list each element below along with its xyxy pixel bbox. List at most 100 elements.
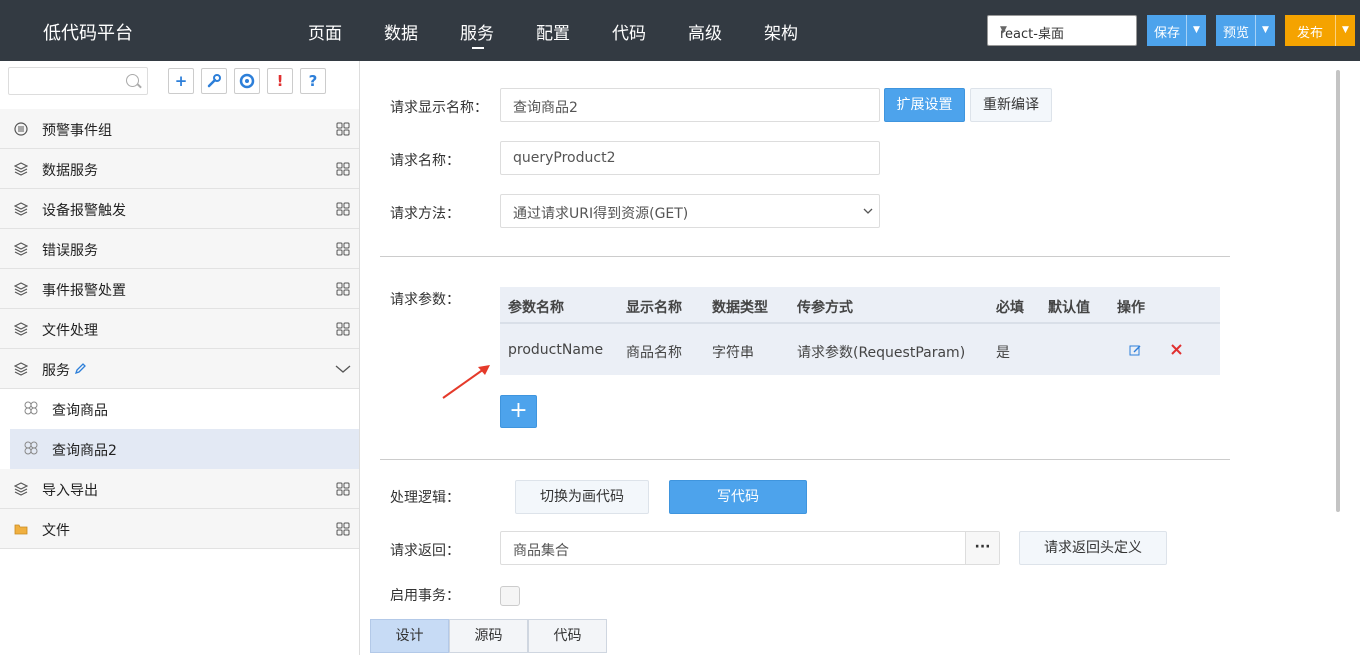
sidebar-group-device-alarm[interactable]: 设备报警触发 [0,189,359,229]
col-header: 传参方式 [797,300,853,316]
grid-icon[interactable] [336,202,350,216]
publish-label: 发布 [1297,26,1324,41]
sidebar-group-label: 事件报警处置 [42,283,126,299]
save-button[interactable]: 保存 ▼ [1147,15,1206,46]
delete-icon[interactable] [1170,343,1183,356]
sidebar-group-data-service[interactable]: 数据服务 [0,149,359,189]
sidebar-group-file-processing[interactable]: 文件处理 [0,309,359,349]
wrench-icon[interactable] [201,68,227,94]
return-header-button[interactable]: 请求返回头定义 [1019,531,1167,565]
nav-config[interactable]: 配置 [536,19,570,44]
sidebar-group-import-export[interactable]: 导入导出 [0,469,359,509]
table-row[interactable]: productName 商品名称 字符串 请求参数(RequestParam) … [500,324,1220,375]
nav-code[interactable]: 代码 [612,19,646,44]
grid-icon[interactable] [336,322,350,336]
display-name-input[interactable]: 查询商品2 [500,88,880,122]
cell-display-name: 商品名称 [626,345,682,361]
method-label: 请求方法： [390,206,460,222]
add-param-button[interactable]: + [500,395,537,428]
nav-data[interactable]: 数据 [384,19,418,44]
cell-pass-mode: 请求参数(RequestParam) [797,345,966,361]
nav-architecture[interactable]: 架构 [764,19,798,44]
params-label: 请求参数： [390,292,460,308]
layers-icon [14,202,28,216]
search-input[interactable] [8,67,148,95]
sidebar: + ! ? 预警事件组 数据服务 设备报警触发 错误服务 事件报警处置 文件处理 [0,61,360,655]
return-label: 请求返回： [390,543,460,559]
params-table-header: 参数名称 显示名称 数据类型 传参方式 必填 默认值 操作 [500,287,1220,324]
nav-service[interactable]: 服务 [460,19,494,49]
publish-dropdown-icon[interactable]: ▼ [1335,15,1355,46]
transaction-label: 启用事务： [390,588,460,604]
name-input[interactable]: queryProduct2 [500,141,880,175]
sidebar-group-service[interactable]: 服务 [0,349,359,389]
arrow-annotation-icon [442,365,490,399]
add-icon[interactable]: + [168,68,194,94]
return-more-button[interactable]: ··· [965,532,999,564]
layers-icon [14,322,28,336]
cell-required: 是 [996,345,1010,361]
return-value: 商品集合 [513,543,569,559]
sidebar-group-warning-events[interactable]: 预警事件组 [0,109,359,149]
grid-icon[interactable] [336,522,350,536]
edit-icon[interactable] [1129,344,1142,357]
save-label: 保存 [1154,26,1181,41]
help-icon[interactable]: ? [300,68,326,94]
grid-icon[interactable] [336,242,350,256]
name-value: queryProduct2 [513,150,616,166]
nav-page[interactable]: 页面 [308,19,342,44]
tab-code[interactable]: 代码 [528,619,607,653]
preview-dropdown-icon[interactable]: ▼ [1255,15,1275,46]
col-header: 参数名称 [508,300,564,316]
cell-data-type: 字符串 [712,345,754,361]
top-bar: 低代码平台 页面 数据 服务 配置 代码 高级 架构 react-桌面 ▼ 保存… [0,0,1360,61]
chevron-down-icon [863,208,873,214]
sidebar-group-event-alarm[interactable]: 事件报警处置 [0,269,359,309]
ext-settings-button[interactable]: 扩展设置 [884,88,965,122]
tab-design[interactable]: 设计 [370,619,449,653]
sidebar-item-query-product[interactable]: 查询商品 [10,389,359,429]
alert-icon[interactable]: ! [267,68,293,94]
sidebar-group-error-service[interactable]: 错误服务 [0,229,359,269]
sidebar-group-label: 文件 [42,523,70,539]
grid-icon[interactable] [336,122,350,136]
preview-button[interactable]: 预览 ▼ [1216,15,1275,46]
cell-param-name: productName [508,342,604,358]
write-code-button[interactable]: 写代码 [669,480,807,514]
sidebar-group-label: 错误服务 [42,243,98,259]
params-table: 参数名称 显示名称 数据类型 传参方式 必填 默认值 操作 productNam… [500,287,1220,375]
save-dropdown-icon[interactable]: ▼ [1186,15,1206,46]
divider [380,459,1230,460]
publish-button[interactable]: 发布 ▼ [1285,15,1355,46]
sidebar-item-query-product-2[interactable]: 查询商品2 [10,429,359,469]
method-value: 通过请求URI得到资源(GET) [513,206,689,222]
grid-icon[interactable] [336,482,350,496]
recompile-button[interactable]: 重新编译 [970,88,1052,122]
layers-icon [14,162,28,176]
transaction-checkbox[interactable] [500,586,520,606]
chevron-down-icon: ▼ [1000,25,1007,35]
tab-source[interactable]: 源码 [449,619,528,653]
nav-advanced[interactable]: 高级 [688,19,722,44]
target-icon[interactable] [234,68,260,94]
sidebar-item-label: 查询商品 [52,403,108,419]
layers-icon [14,282,28,296]
logic-label: 处理逻辑： [390,490,460,506]
sidebar-item-label: 查询商品2 [52,443,117,459]
layers-icon [14,482,28,496]
display-name-value: 查询商品2 [513,100,578,116]
folder-icon [14,524,28,535]
chevron-down-icon[interactable] [335,364,351,374]
edit-pencil-icon[interactable] [74,362,87,375]
method-select[interactable]: 通过请求URI得到资源(GET) [500,194,880,228]
preview-label: 预览 [1223,26,1250,41]
grid-icon[interactable] [336,282,350,296]
return-input[interactable]: 商品集合 ··· [500,531,1000,565]
sidebar-group-file[interactable]: 文件 [0,509,359,549]
main-panel: 请求显示名称： 查询商品2 扩展设置 重新编译 请求名称： queryProdu… [360,61,1360,655]
env-select[interactable]: react-桌面 ▼ [987,15,1137,46]
scrollbar[interactable] [1336,70,1340,512]
grid-icon[interactable] [336,162,350,176]
switch-visual-button[interactable]: 切换为画代码 [515,480,649,514]
sidebar-group-label: 导入导出 [42,483,98,499]
